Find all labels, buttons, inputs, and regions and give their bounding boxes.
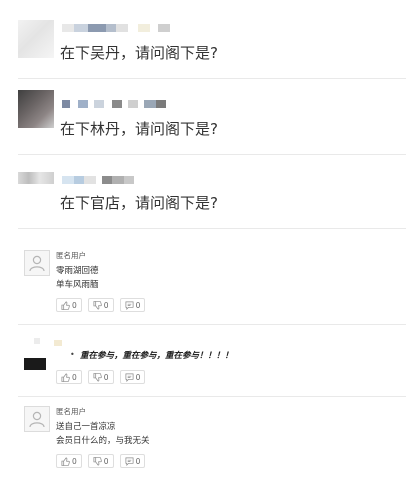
username-blurred[interactable] bbox=[62, 176, 134, 184]
post-text: 在下林丹，请问阁下是? bbox=[60, 120, 218, 138]
reply-count: 0 bbox=[135, 372, 141, 382]
thumbs-down-icon bbox=[93, 372, 102, 381]
like-count: 0 bbox=[72, 300, 77, 310]
dislike-button[interactable]: 0 bbox=[87, 454, 114, 468]
comment-text-line: 重在参与，重在参与，重在参与！！！！ bbox=[80, 351, 234, 361]
comment-icon bbox=[125, 373, 134, 382]
avatar[interactable] bbox=[18, 172, 54, 184]
comment-actions: 0 0 0 bbox=[56, 454, 146, 468]
post-text: 在下官店，请问阁下是? bbox=[60, 194, 218, 212]
like-count: 0 bbox=[72, 456, 77, 466]
like-button[interactable]: 0 bbox=[56, 298, 82, 312]
avatar[interactable] bbox=[18, 20, 54, 58]
dislike-count: 0 bbox=[103, 372, 109, 382]
comment-text-line: 送自己一首凉凉 bbox=[56, 422, 116, 432]
comment-actions: 0 0 0 bbox=[56, 370, 146, 384]
reply-button[interactable]: 0 bbox=[119, 370, 146, 384]
comment-item: 匿名用户 送自己一首凉凉 会员日什么的，与我无关 0 0 0 bbox=[0, 396, 414, 484]
comment-icon bbox=[125, 301, 134, 310]
comment-username[interactable]: 匿名用户 bbox=[56, 406, 86, 417]
comment-text-line: 单车风雨腼 bbox=[56, 280, 99, 290]
dislike-button[interactable]: 0 bbox=[87, 298, 114, 312]
thumbs-down-icon bbox=[93, 456, 102, 465]
post-text: 在下吴丹，请问阁下是? bbox=[60, 44, 218, 62]
comment-text-line: 零雨湖回德 bbox=[56, 266, 99, 276]
comment-username[interactable]: 匿名用户 bbox=[56, 250, 86, 261]
avatar[interactable] bbox=[24, 250, 50, 276]
reply-button[interactable]: 0 bbox=[119, 454, 146, 468]
comment-text-line: 会员日什么的，与我无关 bbox=[56, 436, 150, 446]
reply-count: 0 bbox=[135, 300, 141, 310]
dislike-button[interactable]: 0 bbox=[87, 370, 114, 384]
reply-count: 0 bbox=[135, 456, 141, 466]
user-icon bbox=[29, 411, 45, 428]
dislike-count: 0 bbox=[103, 300, 109, 310]
post-item: 在下吴丹，请问阁下是? bbox=[0, 0, 414, 76]
user-icon bbox=[29, 255, 45, 272]
username-blurred[interactable] bbox=[62, 100, 166, 108]
dislike-count: 0 bbox=[103, 456, 109, 466]
thumbs-up-icon bbox=[61, 301, 70, 310]
avatar[interactable] bbox=[18, 90, 54, 128]
like-count: 0 bbox=[72, 372, 77, 382]
comment-item: • 重在参与，重在参与，重在参与！！！！ 0 0 0 bbox=[0, 324, 414, 398]
avatar[interactable] bbox=[24, 406, 50, 432]
comment-actions: 0 0 0 bbox=[56, 298, 146, 312]
thumbs-down-icon bbox=[93, 300, 102, 309]
thumbs-up-icon bbox=[61, 373, 70, 382]
post-item: 在下官店，请问阁下是? bbox=[0, 154, 414, 226]
username-blurred[interactable] bbox=[62, 24, 170, 32]
post-item: 在下林丹，请问阁下是? bbox=[0, 78, 414, 154]
like-button[interactable]: 0 bbox=[56, 454, 82, 468]
like-button[interactable]: 0 bbox=[56, 370, 82, 384]
thumbs-up-icon bbox=[61, 457, 70, 466]
comment-icon bbox=[125, 457, 134, 466]
bullet-marker: • bbox=[70, 350, 75, 359]
reply-button[interactable]: 0 bbox=[119, 298, 146, 312]
avatar[interactable] bbox=[24, 338, 62, 370]
comment-item: 匿名用户 零雨湖回德 单车风雨腼 0 0 0 bbox=[0, 228, 414, 324]
